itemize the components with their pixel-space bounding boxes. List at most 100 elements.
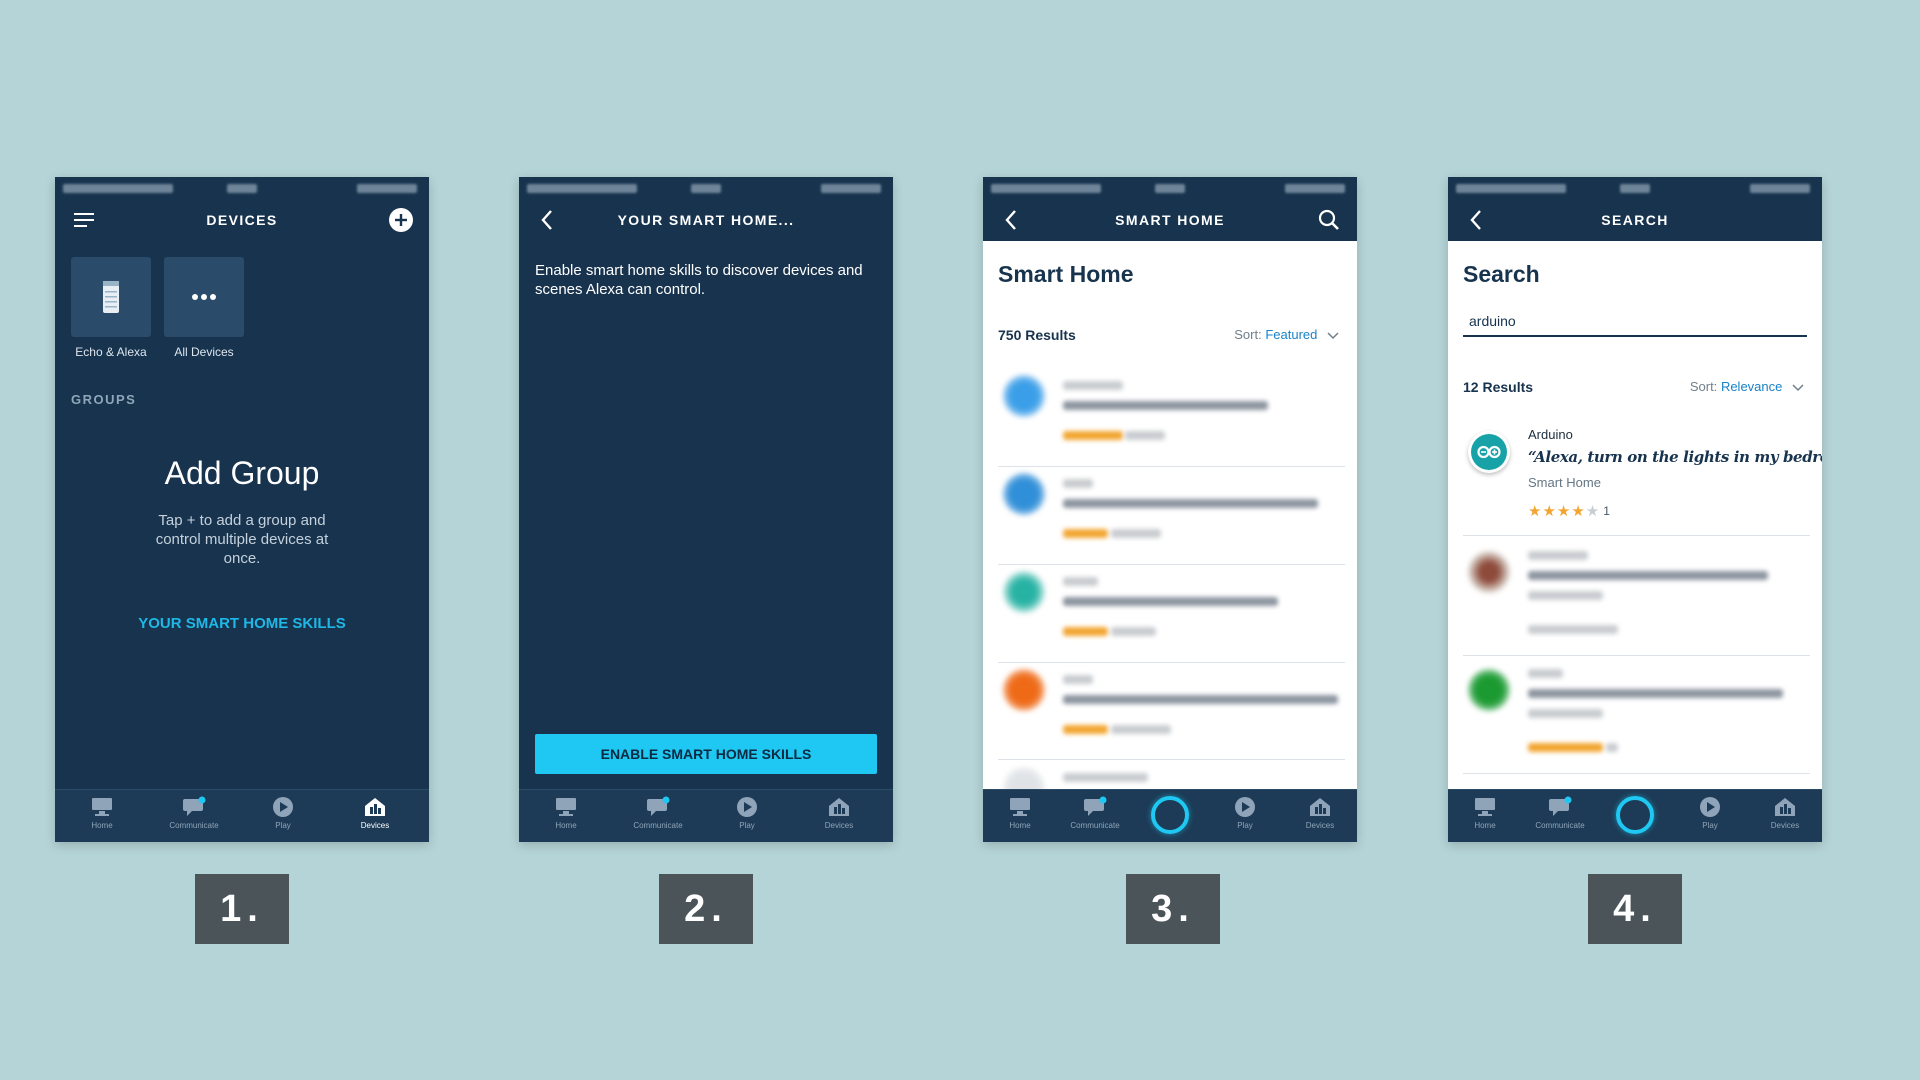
nav-communicate[interactable]: Communicate [1060, 796, 1130, 830]
devices-icon [365, 798, 385, 816]
echo-device-icon [103, 281, 119, 313]
communicate-icon [1549, 796, 1572, 816]
devices-icon [829, 798, 849, 816]
nav-play[interactable]: Play [248, 796, 318, 830]
more-dots-icon [192, 294, 216, 300]
status-bar [519, 177, 893, 199]
bottom-nav: Home Communicate Play Devices [983, 789, 1357, 842]
sort-dropdown[interactable]: Sort: Relevance [1690, 379, 1804, 394]
nav-play[interactable]: Play [712, 796, 782, 830]
results-count: 12 Results [1463, 379, 1534, 395]
nav-label-play: Play [1702, 821, 1718, 830]
divider [1463, 655, 1810, 656]
skill-phrase: “Alexa, turn on the lights in my bedroom… [1528, 448, 1822, 466]
sort-label: Sort: [1234, 327, 1262, 342]
step-label-4: 4. [1588, 874, 1682, 944]
panel-heading: Search [1463, 261, 1540, 287]
nav-play[interactable]: Play [1210, 796, 1280, 830]
phone-screen-your-smart-home: YOUR SMART HOME... Enable smart home ski… [519, 177, 893, 842]
step-label-2: 2. [659, 874, 753, 944]
nav-label-devices: Devices [824, 821, 854, 830]
page-title: YOUR SMART HOME... [617, 212, 795, 228]
menu-icon[interactable] [71, 207, 97, 233]
communicate-icon [647, 796, 670, 816]
nav-label-play: Play [275, 821, 291, 830]
nav-communicate[interactable]: Communicate [159, 796, 229, 830]
phone-screen-search: SEARCH Search arduino 12 Results Sort: R… [1448, 177, 1822, 842]
page-title: DEVICES [206, 212, 278, 228]
communicate-icon [183, 796, 206, 816]
enable-smart-home-skills-button[interactable]: ENABLE SMART HOME SKILLS [535, 734, 877, 774]
your-smart-home-skills-link[interactable]: YOUR SMART HOME SKILLS [55, 615, 429, 632]
chevron-down-icon [1792, 384, 1804, 391]
empty-star: ★ [1585, 503, 1601, 520]
tile-label-echo-alexa: Echo & Alexa [75, 345, 147, 359]
back-chevron-icon[interactable] [999, 207, 1025, 233]
skill-category: Smart Home [1528, 475, 1601, 490]
play-icon [1700, 797, 1720, 817]
tile-echo-alexa[interactable] [71, 257, 151, 337]
nav-devices[interactable]: Devices [1285, 796, 1355, 830]
sort-label: Sort: [1689, 379, 1718, 394]
nav-devices[interactable]: Devices [340, 796, 410, 830]
top-bar: DEVICES [55, 199, 429, 241]
nav-label-home: Home [1474, 821, 1496, 830]
status-bar [983, 177, 1357, 199]
add-icon[interactable] [387, 206, 415, 234]
groups-heading: GROUPS [71, 392, 137, 407]
nav-home[interactable]: Home [531, 796, 601, 830]
skill-name: Arduino [1528, 427, 1573, 442]
add-group-title: Add Group [164, 455, 320, 491]
nav-play[interactable]: Play [1675, 796, 1745, 830]
home-icon [1010, 798, 1030, 816]
bottom-nav: Home Communicate Play Devices [1448, 789, 1822, 842]
nav-communicate[interactable]: Communicate [623, 796, 693, 830]
play-icon [1235, 797, 1255, 817]
back-chevron-icon[interactable] [535, 207, 561, 233]
results-panel: Search arduino 12 Results Sort: Relevanc… [1448, 241, 1822, 790]
nav-label-devices: Devices [1305, 821, 1335, 830]
play-icon [273, 797, 293, 817]
nav-label-devices: Devices [360, 821, 390, 830]
step-label-3: 3. [1126, 874, 1220, 944]
rating-count: 1 [1603, 504, 1610, 518]
devices-icon [1775, 798, 1795, 816]
nav-label-communicate: Communicate [633, 821, 683, 830]
arduino-logo-icon [1468, 431, 1510, 473]
phone-screen-smart-home: SMART HOME Smart Home 750 Results Sort: … [983, 177, 1357, 842]
sort-dropdown[interactable]: Sort: Featured [1234, 327, 1339, 342]
nav-home[interactable]: Home [985, 796, 1055, 830]
nav-communicate[interactable]: Communicate [1525, 796, 1595, 830]
page-title: SMART HOME [1115, 212, 1225, 228]
nav-label-devices: Devices [1770, 821, 1800, 830]
search-icon[interactable] [1315, 206, 1343, 234]
alexa-button[interactable] [1616, 796, 1654, 834]
nav-label-play: Play [739, 821, 755, 830]
divider [998, 466, 1345, 467]
nav-home[interactable]: Home [1450, 796, 1520, 830]
nav-home[interactable]: Home [67, 796, 137, 830]
nav-label-play: Play [1237, 821, 1253, 830]
divider [1463, 773, 1810, 774]
sort-value: Relevance [1720, 379, 1783, 394]
home-icon [556, 798, 576, 816]
alexa-button[interactable] [1151, 796, 1189, 834]
divider [1463, 535, 1810, 536]
communicate-icon [1084, 796, 1107, 816]
devices-icon [1310, 798, 1330, 816]
top-bar: SEARCH [1448, 199, 1822, 241]
divider [998, 662, 1345, 663]
nav-label-communicate: Communicate [169, 821, 219, 830]
status-bar [55, 177, 429, 199]
nav-devices[interactable]: Devices [804, 796, 874, 830]
top-bar: SMART HOME [983, 199, 1357, 241]
phone-screen-devices: DEVICES Echo & Alexa All Devices GROUPS … [55, 177, 429, 842]
nav-devices[interactable]: Devices [1750, 796, 1820, 830]
nav-label-home: Home [555, 821, 577, 830]
tile-all-devices[interactable] [164, 257, 244, 337]
home-icon [92, 798, 112, 816]
tile-label-all-devices: All Devices [174, 345, 234, 359]
back-chevron-icon[interactable] [1464, 207, 1490, 233]
sort-value: Featured [1265, 327, 1318, 342]
search-input[interactable]: arduino [1463, 313, 1807, 337]
